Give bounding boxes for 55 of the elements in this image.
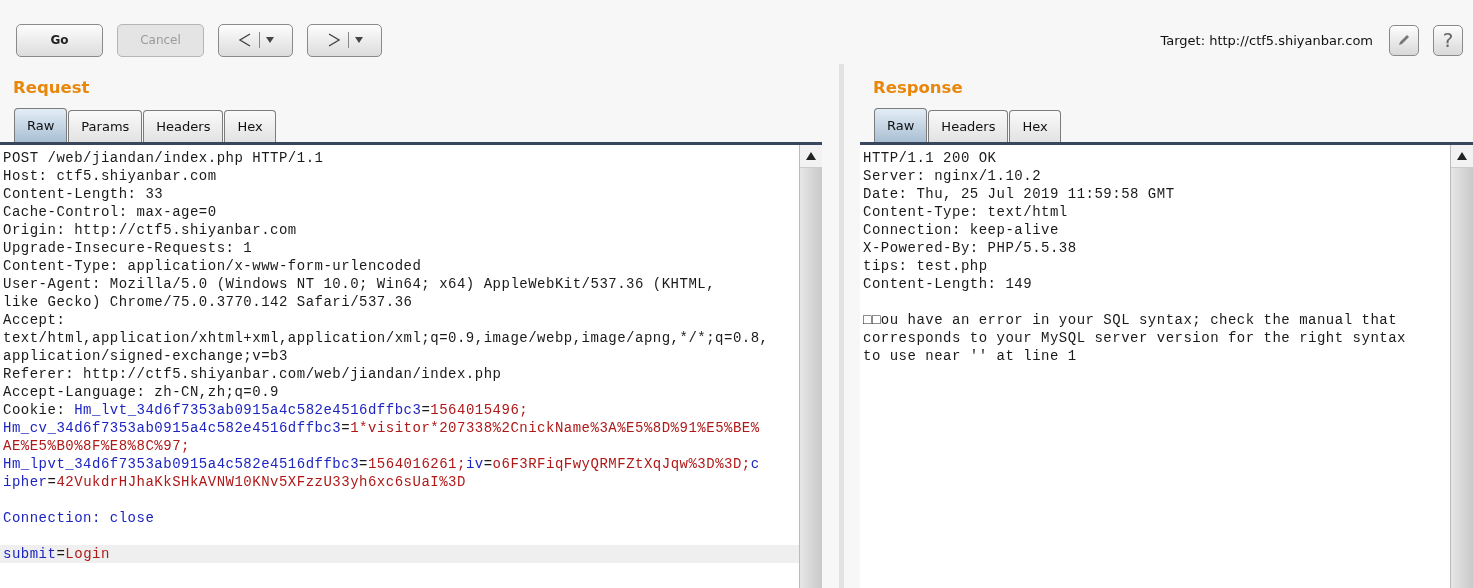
code-line: to use near '' at line 1 (862, 347, 1078, 365)
code-line: Content-Length: 33 (2, 185, 165, 203)
caret-down-icon (266, 37, 274, 43)
code-line: Hm_cv_34d6f7353ab0915a4c582e4516dffbc3=1*visitor*207338%2CnickName%3A%E5%8D%91%E5%BE% (2, 419, 761, 437)
tab[interactable]: Hex (224, 110, 276, 142)
code-line: tips: test.php (862, 257, 989, 275)
code-line: ipher=42VukdrHJhaKkSHkAVNW10KNv5XFzzU33yh6xc6sUaI%3D (2, 473, 467, 491)
tab[interactable]: Hex (1009, 110, 1061, 142)
code-line: Upgrade-Insecure-Requests: 1 (2, 239, 254, 257)
target-label: Target: http://ctf5.shiyanbar.com (1160, 32, 1373, 48)
pencil-icon (1396, 32, 1412, 48)
tab[interactable]: Raw (874, 108, 928, 142)
chevron-left-icon (237, 32, 253, 48)
forward-button[interactable] (307, 23, 382, 57)
panel-title: Response (872, 77, 964, 99)
back-button[interactable] (218, 23, 293, 57)
code-line: Server: nginx/1.10.2 (862, 167, 1043, 185)
code-line: Connection: keep-alive (862, 221, 1060, 239)
code-line: Cookie: Hm_lvt_34d6f7353ab0915a4c582e4516dffbc3=1564015496; (2, 401, 530, 419)
code-line: Content-Length: 149 (862, 275, 1034, 293)
code-line: text/html,application/xhtml+xml,application/xml;q=0.9,image/webp,image/apng,*/*;q=0.8, (2, 329, 770, 347)
code-line: like Gecko) Chrome/75.0.3770.142 Safari/537.36 (2, 293, 414, 311)
code-line: Origin: http://ctf5.shiyanbar.com (2, 221, 298, 239)
caret-down-icon (355, 37, 363, 43)
code-line: User-Agent: Mozilla/5.0 (Windows NT 10.0; Win64; x64) AppleWebKit/537.36 (KHTML, (2, 275, 717, 293)
code-line: □□ou have an error in your SQL syntax; check the manual that (862, 311, 1399, 329)
code-line: POST /web/jiandan/index.php HTTP/1.1 (2, 149, 325, 167)
scrollbar[interactable] (1450, 145, 1473, 588)
code-line: HTTP/1.1 200 OK (862, 149, 998, 167)
tab[interactable]: Headers (143, 110, 224, 142)
code-line: Content-Type: application/x-www-form-urlencoded (2, 257, 423, 275)
code-line: corresponds to your MySQL server version for the right syntax (862, 329, 1407, 347)
code-line: Hm_lpvt_34d6f7353ab0915a4c582e4516dffbc3=1564016261;iv=o6F3RFiqFwyQRMFZtXqJqw%3D%3D;c (2, 455, 761, 473)
scroll-up-arrow-icon[interactable] (1457, 152, 1467, 160)
tab[interactable]: Raw (14, 108, 68, 142)
help-button[interactable]: ? (1433, 24, 1463, 56)
code-line: Host: ctf5.shiyanbar.com (2, 167, 218, 185)
code-line: Connection: close (2, 509, 156, 527)
code-line: Cache-Control: max-age=0 (2, 203, 218, 221)
panel-title: Request (12, 77, 91, 99)
code-line: AE%E5%B0%8F%E8%8C%97; (2, 437, 191, 455)
code-line: Content-Type: text/html (862, 203, 1069, 221)
code-line: application/signed-exchange;v=b3 (2, 347, 289, 365)
code-line: Accept: (2, 311, 67, 329)
edit-button[interactable] (1389, 24, 1419, 56)
code-line: Date: Thu, 25 Jul 2019 11:59:58 GMT (862, 185, 1176, 203)
tab[interactable]: Headers (928, 110, 1009, 142)
code-line: Referer: http://ctf5.shiyanbar.com/web/jiandan/index.php (2, 365, 503, 383)
scrollbar[interactable] (799, 145, 822, 588)
code-line: Accept-Language: zh-CN,zh;q=0.9 (2, 383, 280, 401)
tab[interactable]: Params (68, 110, 143, 142)
code-line: X-Powered-By: PHP/5.5.38 (862, 239, 1078, 257)
scroll-up-arrow-icon[interactable] (806, 152, 816, 160)
go-button[interactable]: Go (16, 23, 103, 57)
chevron-right-icon (326, 32, 342, 48)
